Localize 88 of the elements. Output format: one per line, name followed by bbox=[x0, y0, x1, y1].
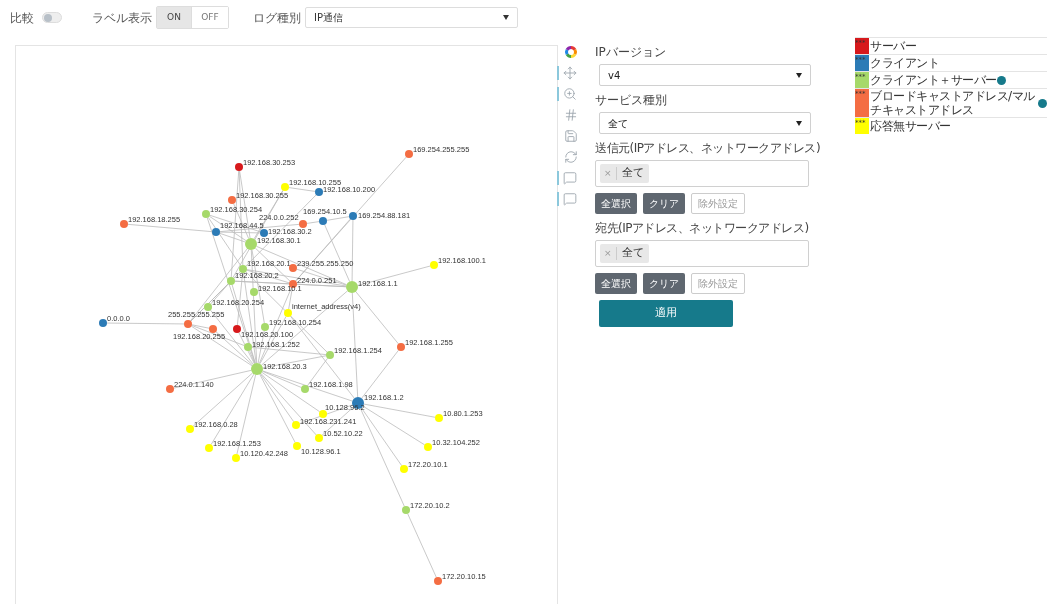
comment-icon[interactable] bbox=[563, 192, 577, 206]
legend-label: クライアント＋サーバー bbox=[869, 73, 997, 87]
node-dot[interactable] bbox=[202, 210, 210, 218]
node-dot[interactable] bbox=[232, 454, 240, 462]
node-dot[interactable] bbox=[212, 228, 220, 236]
refresh-icon[interactable] bbox=[563, 150, 578, 164]
node-dot[interactable] bbox=[209, 325, 217, 333]
color-wheel-icon[interactable] bbox=[563, 45, 578, 59]
node-dot[interactable] bbox=[289, 264, 297, 272]
node-dot[interactable] bbox=[397, 343, 405, 351]
node-dot[interactable] bbox=[292, 421, 300, 429]
select-field[interactable]: 全て bbox=[599, 112, 811, 134]
node-dot[interactable] bbox=[227, 277, 235, 285]
clear-button[interactable]: クリア bbox=[643, 193, 685, 214]
tag-label: 全て bbox=[620, 245, 645, 262]
connector-line bbox=[407, 513, 437, 578]
tag-input-field[interactable]: × 全て bbox=[595, 240, 809, 267]
node-dot[interactable] bbox=[289, 280, 297, 288]
node-dot[interactable] bbox=[204, 303, 212, 311]
tag-label: 全て bbox=[620, 165, 645, 182]
label-display-label: ラベル表示 bbox=[92, 9, 152, 27]
move-icon[interactable] bbox=[563, 66, 577, 80]
segment-tab[interactable]: ON bbox=[157, 7, 191, 28]
select-all-button[interactable]: 全選択 bbox=[595, 273, 637, 294]
node-dot[interactable] bbox=[250, 288, 258, 296]
field-label: サービス種別 bbox=[595, 94, 668, 106]
node-dot[interactable] bbox=[120, 220, 128, 228]
node-dot[interactable] bbox=[349, 212, 357, 220]
node-dot[interactable] bbox=[186, 425, 194, 433]
select-field[interactable]: v4 bbox=[599, 64, 811, 86]
compare-toggle[interactable] bbox=[42, 12, 62, 23]
dropdown-caret-icon bbox=[503, 15, 509, 20]
field-label: IPバージョン bbox=[595, 46, 667, 58]
save-icon[interactable] bbox=[563, 129, 578, 143]
node-dot[interactable] bbox=[326, 351, 334, 359]
node-dot[interactable] bbox=[319, 410, 327, 418]
tag-input-field[interactable]: × 全て bbox=[595, 160, 809, 187]
dropdown-caret-icon bbox=[796, 120, 802, 126]
node-dot[interactable] bbox=[293, 442, 301, 450]
node-dot[interactable] bbox=[233, 325, 241, 333]
node-dot[interactable] bbox=[99, 319, 107, 327]
node-dot[interactable] bbox=[346, 281, 358, 293]
node-dot[interactable] bbox=[315, 434, 323, 442]
node-dot[interactable] bbox=[245, 238, 257, 250]
compare-label: 比較 bbox=[10, 9, 34, 27]
field-label: 送信元(IPアドレス、ネットワークアドレス) bbox=[595, 142, 822, 154]
log-type-label: ログ種別 bbox=[253, 9, 301, 27]
apply-button[interactable]: 適用 bbox=[599, 300, 733, 327]
node-dot[interactable] bbox=[299, 220, 307, 228]
node-dot[interactable] bbox=[435, 414, 443, 422]
node-dot[interactable] bbox=[430, 261, 438, 269]
info-icon[interactable] bbox=[1038, 98, 1047, 108]
exclude-settings-button[interactable]: 除外設定 bbox=[691, 273, 745, 294]
node-dot[interactable] bbox=[244, 343, 252, 351]
node-dot[interactable] bbox=[166, 385, 174, 393]
comment-icon[interactable] bbox=[563, 171, 577, 185]
legend-label: クライアント bbox=[869, 56, 939, 70]
node-dot[interactable] bbox=[434, 577, 442, 585]
zoom-icon[interactable] bbox=[563, 87, 577, 101]
info-icon[interactable] bbox=[996, 75, 1006, 85]
legend-label: サーバー bbox=[869, 39, 916, 53]
node-dot[interactable] bbox=[184, 320, 192, 328]
node-dot[interactable] bbox=[261, 323, 269, 331]
node-dot[interactable] bbox=[260, 229, 268, 237]
node-dot[interactable] bbox=[284, 309, 292, 317]
node-dot[interactable] bbox=[205, 444, 213, 452]
node-dot[interactable] bbox=[402, 506, 410, 514]
node-dot[interactable] bbox=[319, 217, 327, 225]
node-dot[interactable] bbox=[405, 150, 413, 158]
hash-icon[interactable] bbox=[563, 108, 578, 122]
node-dot[interactable] bbox=[400, 465, 408, 473]
node-dot[interactable] bbox=[315, 188, 323, 196]
segment-tab[interactable]: OFF bbox=[191, 7, 228, 28]
select-all-button[interactable]: 全選択 bbox=[595, 193, 637, 214]
node-dot[interactable] bbox=[239, 265, 247, 273]
exclude-settings-button[interactable]: 除外設定 bbox=[691, 193, 745, 214]
clear-button[interactable]: クリア bbox=[643, 273, 685, 294]
legend-label: 応答無サーバー bbox=[869, 119, 951, 133]
log-type-select[interactable]: IP通信 bbox=[305, 7, 518, 28]
node-dot[interactable] bbox=[281, 183, 289, 191]
field-label: 宛先(IPアドレス、ネットワークアドレス) bbox=[595, 222, 810, 234]
dropdown-caret-icon bbox=[796, 72, 802, 78]
node-dot[interactable] bbox=[235, 163, 243, 171]
node-dot[interactable] bbox=[424, 443, 432, 451]
node-dot[interactable] bbox=[228, 196, 236, 204]
node-dot[interactable] bbox=[251, 363, 263, 375]
node-dot[interactable] bbox=[301, 385, 309, 393]
legend-label: ブロードキャストアドレス/マルチキャストアドレス bbox=[869, 89, 1036, 117]
